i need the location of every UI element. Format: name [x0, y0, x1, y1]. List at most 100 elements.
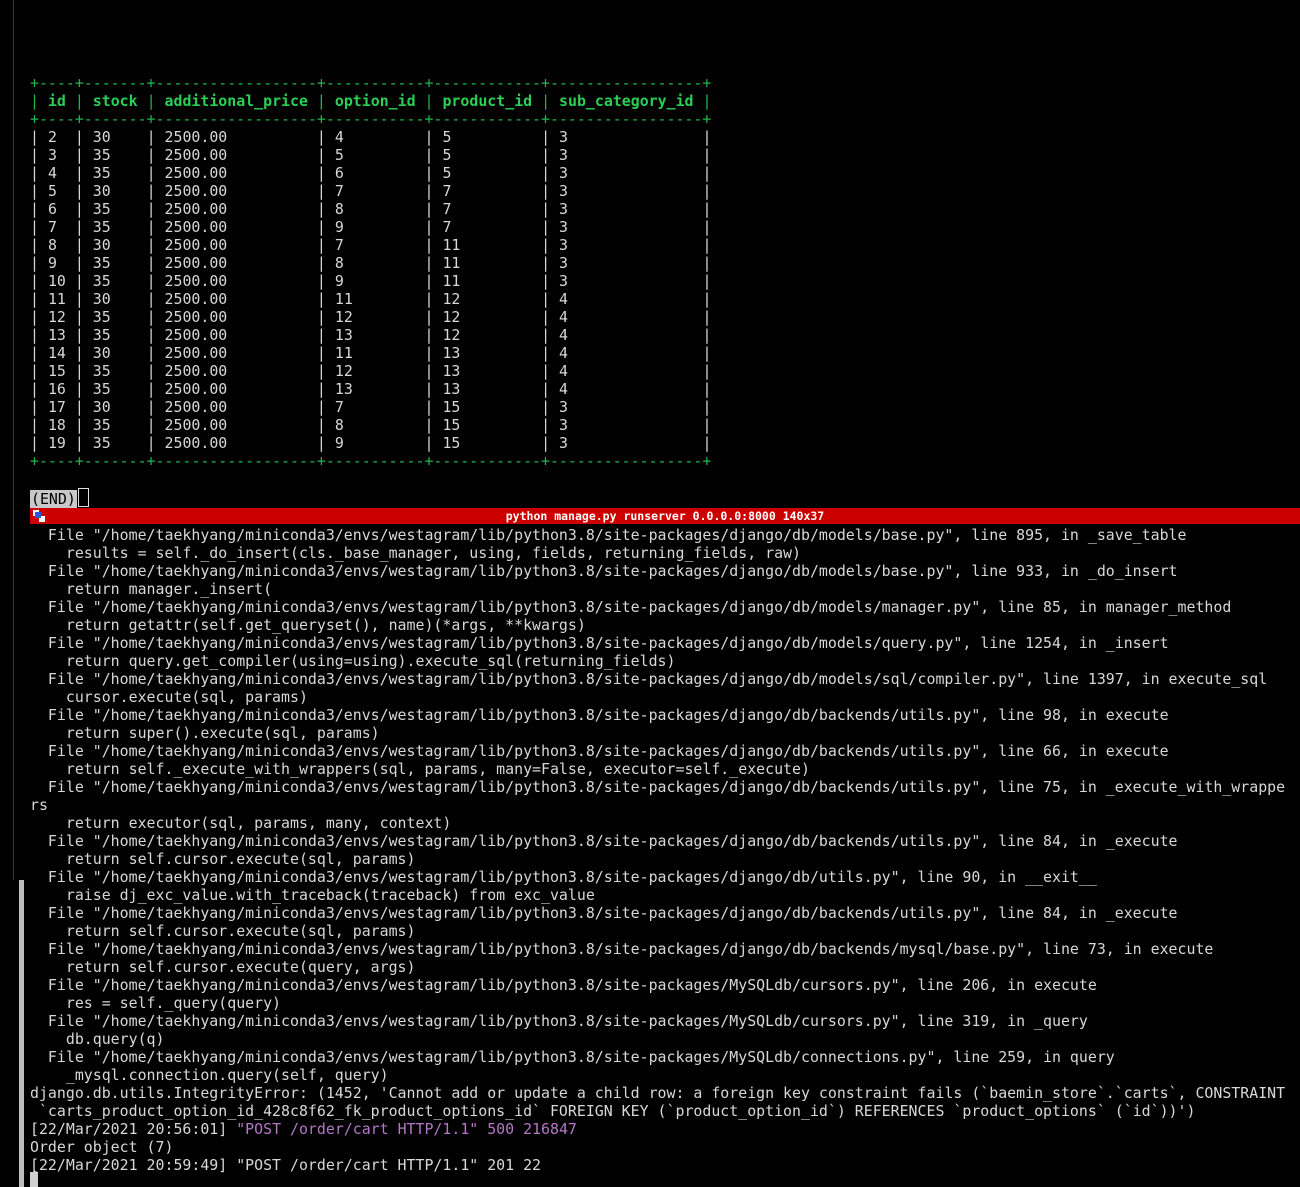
- cell-divider: |: [56, 236, 93, 254]
- table-row: | 8 | 30 | 2500.00 | 7 | 11 | 3 |: [30, 236, 1300, 254]
- table-cell: 15: [442, 434, 461, 452]
- log-line: [22/Mar/2021 20:59:49] "POST /order/cart…: [30, 1156, 542, 1174]
- table-cell: 2500.00: [164, 200, 228, 218]
- table-row: | 5 | 30 | 2500.00 | 7 | 7 | 3 |: [30, 182, 1300, 200]
- table-row: | 15 | 35 | 2500.00 | 12 | 13 | 4 |: [30, 362, 1300, 380]
- log-line: File "/home/taekhyang/miniconda3/envs/we…: [30, 598, 1232, 616]
- cell-divider: |: [460, 416, 560, 434]
- cell-divider: |: [227, 164, 335, 182]
- table-cell: 3: [559, 236, 568, 254]
- log-line: return self.cursor.execute(query, args): [30, 958, 416, 976]
- table-cell: 19: [47, 434, 66, 452]
- table-cell: 3: [559, 164, 568, 182]
- cell-divider: |: [307, 92, 335, 110]
- table-cell: 2500.00: [164, 416, 228, 434]
- cell-divider: |: [30, 398, 48, 416]
- table-cell: 35: [92, 200, 111, 218]
- table-cell: 35: [92, 146, 111, 164]
- cell-divider: |: [30, 218, 48, 236]
- table-cell: 2500.00: [164, 146, 228, 164]
- table-cell: 11: [442, 254, 461, 272]
- left-pane-border: [13, 0, 14, 880]
- cell-divider: |: [460, 254, 560, 272]
- cell-divider: |: [460, 380, 560, 398]
- pane-title: python manage.py runserver 0.0.0.0:8000 …: [505, 509, 825, 523]
- table-cell: 12: [442, 326, 461, 344]
- column-header: sub_category_id: [559, 92, 694, 110]
- table-cell: 9: [47, 254, 57, 272]
- table-cell: 2500.00: [164, 434, 228, 452]
- scrollbar-thumb[interactable]: [19, 880, 24, 1187]
- table-cell: 13: [442, 362, 461, 380]
- table-row: | 4 | 35 | 2500.00 | 6 | 5 | 3 |: [30, 164, 1300, 182]
- cell-divider: |: [568, 362, 712, 380]
- cell-divider: |: [227, 416, 335, 434]
- table-cell: 15: [442, 416, 461, 434]
- log-line: results = self._do_insert(cls._base_mana…: [30, 544, 801, 562]
- cell-divider: |: [343, 416, 443, 434]
- table-cell: 2500.00: [164, 218, 228, 236]
- cell-divider: |: [110, 146, 165, 164]
- cell-divider: |: [451, 164, 560, 182]
- table-cell: 35: [92, 308, 111, 326]
- table-cell: 2500.00: [164, 128, 228, 146]
- log-line: return query.get_compiler(using=using).e…: [30, 652, 676, 670]
- table-cell: 35: [92, 272, 111, 290]
- cell-divider: |: [343, 236, 443, 254]
- cell-divider: |: [56, 146, 93, 164]
- cell-divider: |: [227, 434, 335, 452]
- table-cell: 12: [47, 308, 66, 326]
- cell-divider: |: [110, 416, 165, 434]
- cell-divider: |: [110, 254, 165, 272]
- log-line: cursor.execute(sql, params): [30, 688, 308, 706]
- cell-divider: |: [30, 254, 48, 272]
- cell-divider: |: [568, 344, 712, 362]
- log-line: File "/home/taekhyang/miniconda3/envs/we…: [30, 832, 1178, 850]
- table-cell: 35: [92, 254, 111, 272]
- cell-divider: |: [568, 380, 712, 398]
- table-row: | 2 | 30 | 2500.00 | 4 | 5 | 3 |: [30, 128, 1300, 146]
- table-cell: 2500.00: [164, 272, 228, 290]
- cell-divider: |: [110, 344, 165, 362]
- cell-divider: |: [30, 272, 48, 290]
- table-cell: 7: [334, 182, 344, 200]
- table-cell: 35: [92, 434, 111, 452]
- table-cell: 3: [559, 218, 568, 236]
- log-line: File "/home/taekhyang/miniconda3/envs/we…: [30, 742, 1169, 760]
- cell-divider: |: [30, 92, 48, 110]
- cell-divider: |: [30, 434, 48, 452]
- query-result-table: +----+-------+------------------+-------…: [30, 74, 1300, 470]
- log-line: return manager._insert(: [30, 580, 273, 598]
- cell-divider: |: [56, 218, 93, 236]
- table-cell: 18: [47, 416, 66, 434]
- runserver-log-pane[interactable]: File "/home/taekhyang/miniconda3/envs/we…: [30, 526, 1300, 1174]
- table-cell: 2500.00: [164, 236, 228, 254]
- cell-divider: |: [460, 308, 560, 326]
- tmux-pane-title-bar[interactable]: python manage.py runserver 0.0.0.0:8000 …: [30, 508, 1300, 524]
- table-cell: 8: [334, 254, 344, 272]
- cell-divider: |: [460, 434, 560, 452]
- table-cell: 9: [334, 434, 344, 452]
- cell-divider: |: [65, 290, 93, 308]
- log-timestamp: [22/Mar/2021 20:56:01]: [30, 1120, 237, 1138]
- log-line: raise dj_exc_value.with_traceback(traceb…: [30, 886, 595, 904]
- cell-divider: |: [137, 92, 165, 110]
- table-cell: 35: [92, 164, 111, 182]
- mysql-pager-pane[interactable]: +----+-------+------------------+-------…: [30, 74, 1300, 470]
- cell-divider: |: [568, 164, 712, 182]
- table-row: | 13 | 35 | 2500.00 | 13 | 12 | 4 |: [30, 326, 1300, 344]
- cell-divider: |: [65, 308, 93, 326]
- cell-divider: |: [460, 362, 560, 380]
- cell-divider: |: [65, 326, 93, 344]
- cell-divider: |: [352, 308, 443, 326]
- table-border: +----+-------+------------------+-------…: [30, 110, 712, 128]
- cell-divider: |: [460, 344, 560, 362]
- table-cell: 3: [559, 182, 568, 200]
- log-line: django.db.utils.IntegrityError: (1452, '…: [30, 1084, 1286, 1102]
- table-row: | 17 | 30 | 2500.00 | 7 | 15 | 3 |: [30, 398, 1300, 416]
- cell-divider: |: [451, 182, 560, 200]
- log-line: db.query(q): [30, 1030, 165, 1048]
- table-cell: 13: [442, 380, 461, 398]
- table-cell: 35: [92, 380, 111, 398]
- table-cell: 13: [442, 344, 461, 362]
